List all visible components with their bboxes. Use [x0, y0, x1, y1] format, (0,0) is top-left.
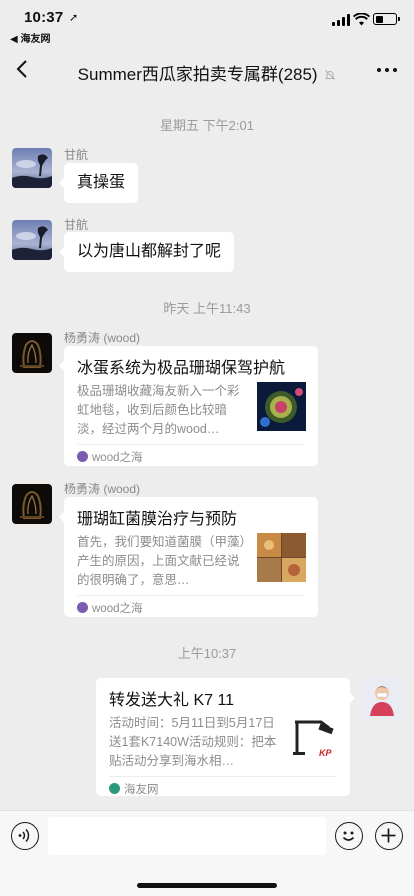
message-bubble[interactable]: 真操蛋 [58, 163, 139, 203]
card-title: 冰蛋系统为极品珊瑚保驾护航 [77, 360, 286, 377]
card-source-label: wood之海 [92, 603, 143, 615]
message-bubble[interactable]: 以为唐山都解封了呢 [58, 232, 235, 272]
status-bar: 10:37 ➚ ◀ 海友网 [0, 0, 414, 45]
location-arrow-icon: ➚ [69, 12, 79, 24]
sender-name: 杨勇涛 (wood) [64, 482, 141, 496]
timestamp: 昨天 上午11:43 [163, 301, 251, 316]
chat-title-text: Summer西瓜家拍卖专属群(285) [77, 65, 318, 84]
cellular-signal-icon [332, 14, 350, 26]
avatar[interactable] [12, 484, 52, 524]
card-description: 活动时间：5月11日到5月17日送1套K7140W活动规则：把本贴活动分享到海水… [109, 716, 277, 768]
input-bar [0, 810, 414, 896]
bell-off-icon [325, 70, 336, 80]
avatar[interactable] [12, 220, 52, 260]
link-card[interactable]: 冰蛋系统为极品珊瑚保驾护航 极品珊瑚收藏海友新入一个彩虹地毯，收到后颜色比较暗淡… [59, 346, 318, 466]
card-description: 极品珊瑚收藏海友新入一个彩虹地毯，收到后颜色比较暗淡，经过两个月的wood… [77, 384, 240, 436]
source-avatar-icon [77, 602, 88, 613]
avatar[interactable] [12, 148, 52, 188]
card-divider [77, 595, 305, 596]
card-thumbnail [257, 382, 306, 431]
card-source: wood之海 [77, 450, 143, 466]
card-title: 珊瑚缸菌膜治疗与预防 [77, 511, 238, 528]
avatar[interactable] [12, 333, 52, 373]
sender-name: 甘航 [64, 148, 89, 162]
card-source: 海友网 [109, 782, 159, 798]
card-source: wood之海 [77, 601, 143, 617]
card-thumbnail: KP [289, 714, 338, 763]
message-list[interactable]: 星期五 下午2:01 甘航 真操蛋 甘航 以为唐山都解封了呢 昨天 上午11:4… [0, 96, 414, 810]
chat-header: Summer西瓜家拍卖专属群(285) [0, 44, 414, 96]
sender-name: 杨勇涛 (wood) [64, 331, 141, 345]
card-divider [77, 444, 305, 445]
card-source-label: 海友网 [124, 784, 159, 796]
kp-logo-text: KP [319, 748, 332, 758]
plus-icon[interactable] [375, 822, 403, 850]
timestamp: 星期五 下午2:01 [160, 118, 254, 133]
chat-title: Summer西瓜家拍卖专属群(285) [0, 60, 414, 85]
voice-icon[interactable] [11, 822, 39, 850]
card-divider [109, 776, 337, 777]
card-title: 转发送大礼 K7 11 [109, 692, 235, 709]
card-description: 首先，我们要知道菌膜（甲藻）产生的原因，上面文献已经说的很明确了，意思… [77, 535, 246, 587]
avatar[interactable] [362, 678, 402, 718]
emoji-icon[interactable] [335, 822, 363, 850]
source-avatar-icon [77, 451, 88, 462]
back-to-app-link[interactable]: ◀ 海友网 [10, 30, 50, 45]
source-avatar-icon [109, 783, 120, 794]
battery-icon [373, 13, 400, 25]
more-dots-icon[interactable] [376, 60, 398, 80]
card-source-label: wood之海 [92, 452, 143, 464]
message-input[interactable] [48, 817, 326, 855]
sender-name: 甘航 [64, 218, 89, 232]
link-card[interactable]: 珊瑚缸菌膜治疗与预防 首先，我们要知道菌膜（甲藻）产生的原因，上面文献已经说的很… [59, 497, 318, 617]
status-time: 10:37 [24, 9, 64, 26]
card-thumbnail [257, 533, 306, 582]
timestamp: 上午10:37 [177, 646, 237, 661]
link-card[interactable]: 转发送大礼 K7 11 活动时间：5月11日到5月17日送1套K7140W活动规… [96, 678, 355, 798]
home-indicator[interactable] [137, 883, 277, 888]
wifi-icon [353, 13, 370, 26]
